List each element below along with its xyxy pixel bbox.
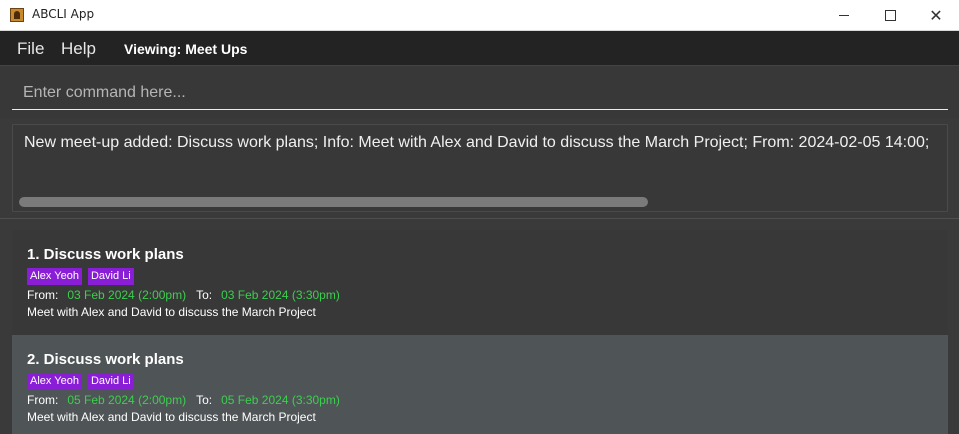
horizontal-scrollbar[interactable] (19, 197, 648, 207)
maximize-button[interactable] (867, 0, 913, 30)
result-display: New meet-up added: Discuss work plans; I… (12, 124, 948, 212)
meetup-info: Meet with Alex and David to discuss the … (27, 305, 316, 319)
tag-list: Alex Yeoh David Li (27, 373, 933, 390)
close-button[interactable]: ✕ (913, 0, 959, 30)
tag-list: Alex Yeoh David Li (27, 268, 933, 285)
window-titlebar: ABCLI App ✕ (0, 0, 959, 31)
result-text: New meet-up added: Discuss work plans; I… (24, 134, 930, 151)
command-input[interactable] (12, 76, 948, 110)
to-value: 03 Feb 2024 (3:30pm) (221, 288, 340, 302)
to-label: To: (196, 288, 213, 302)
to-value: 05 Feb 2024 (3:30pm) (221, 393, 340, 407)
from-value: 03 Feb 2024 (2:00pm) (67, 288, 187, 302)
from-value: 05 Feb 2024 (2:00pm) (67, 393, 187, 407)
tag: Alex Yeoh (27, 268, 82, 285)
meetup-title: 2. Discuss work plans (27, 351, 184, 368)
window-title: ABCLI App (32, 7, 95, 21)
tag: David Li (87, 268, 134, 285)
minimize-button[interactable] (821, 0, 867, 30)
divider (0, 218, 959, 219)
meetup-card[interactable]: 2. Discuss work plans Alex Yeoh David Li… (12, 335, 948, 434)
tag: Alex Yeoh (27, 373, 82, 390)
viewing-label: Viewing: Meet Ups (124, 41, 248, 57)
from-label: From: (27, 288, 59, 302)
minimize-icon (839, 14, 849, 16)
menu-file[interactable]: File (17, 39, 44, 59)
maximize-icon (884, 9, 896, 21)
app-icon (10, 8, 24, 22)
close-icon: ✕ (929, 5, 943, 25)
meetup-info: Meet with Alex and David to discuss the … (27, 410, 316, 424)
meetup-time: From: 03 Feb 2024 (2:00pm) To: 03 Feb 2024 … (27, 287, 933, 303)
meetup-list[interactable]: 1. Discuss work plans Alex Yeoh David Li… (12, 230, 948, 434)
from-label: From: (27, 393, 59, 407)
menu-help[interactable]: Help (61, 39, 96, 59)
meetup-time: From: 05 Feb 2024 (2:00pm) To: 05 Feb 2024 … (27, 392, 933, 408)
command-area (0, 66, 959, 118)
meetup-card[interactable]: 1. Discuss work plans Alex Yeoh David Li… (12, 230, 948, 335)
tag: David Li (87, 373, 134, 390)
menu-bar: File Help Viewing: Meet Ups (0, 31, 959, 66)
meetup-title: 1. Discuss work plans (27, 246, 184, 263)
to-label: To: (196, 393, 213, 407)
